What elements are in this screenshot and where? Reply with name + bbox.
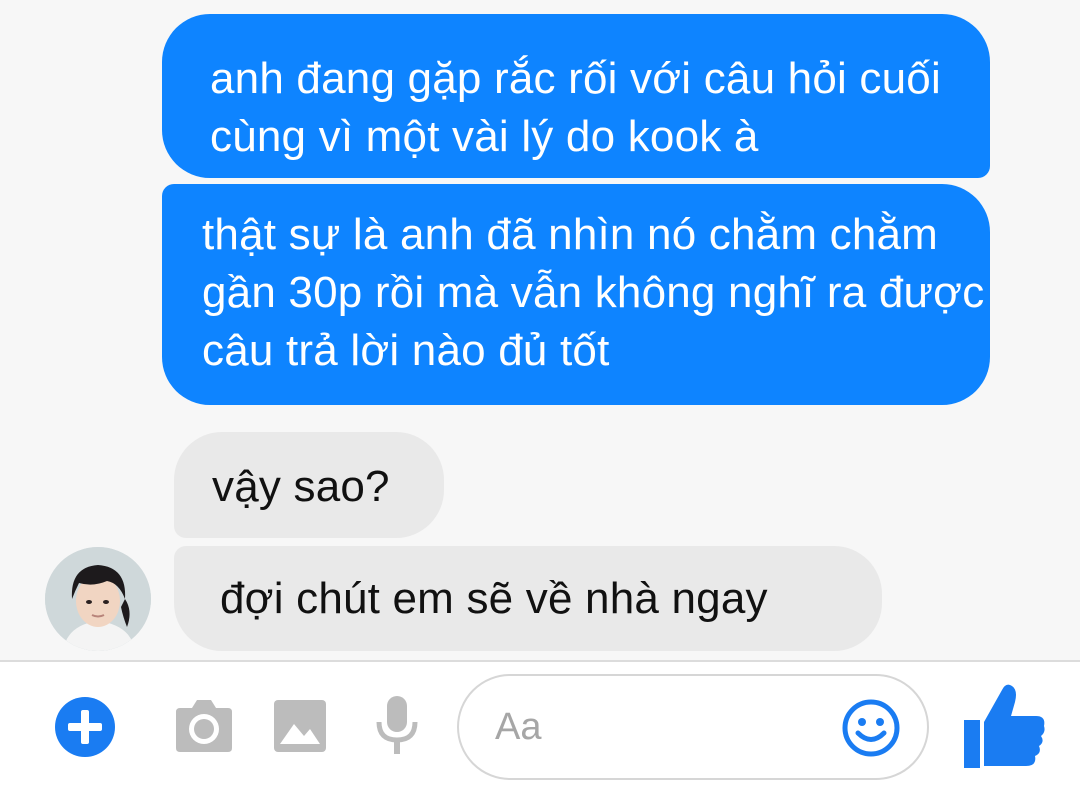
received-message-bubble[interactable]: đợi chút em sẽ về nhà ngay	[174, 546, 882, 651]
thumbs-up-icon[interactable]	[962, 682, 1048, 775]
message-text: anh đang gặp rắc rối với câu hỏi cuối cù…	[210, 54, 941, 161]
emoji-icon[interactable]	[841, 698, 901, 763]
message-text: đợi chút em sẽ về nhà ngay	[220, 574, 768, 623]
sent-message-bubble[interactable]: thật sự là anh đã nhìn nó chằm chằm gần …	[162, 184, 990, 405]
plus-icon[interactable]	[54, 696, 116, 763]
avatar-photo	[45, 547, 151, 651]
received-message-bubble[interactable]: vậy sao?	[174, 432, 444, 538]
sent-message-bubble[interactable]: anh đang gặp rắc rối với câu hỏi cuối cù…	[162, 14, 990, 178]
avatar[interactable]	[45, 547, 151, 651]
message-input-placeholder: Aa	[495, 706, 542, 748]
message-text: thật sự là anh đã nhìn nó chằm chằm gần …	[202, 210, 985, 375]
message-input[interactable]: Aa	[457, 674, 929, 780]
microphone-icon[interactable]	[374, 694, 420, 761]
image-icon[interactable]	[272, 698, 328, 759]
camera-icon[interactable]	[172, 698, 236, 759]
message-text: vậy sao?	[212, 462, 390, 511]
